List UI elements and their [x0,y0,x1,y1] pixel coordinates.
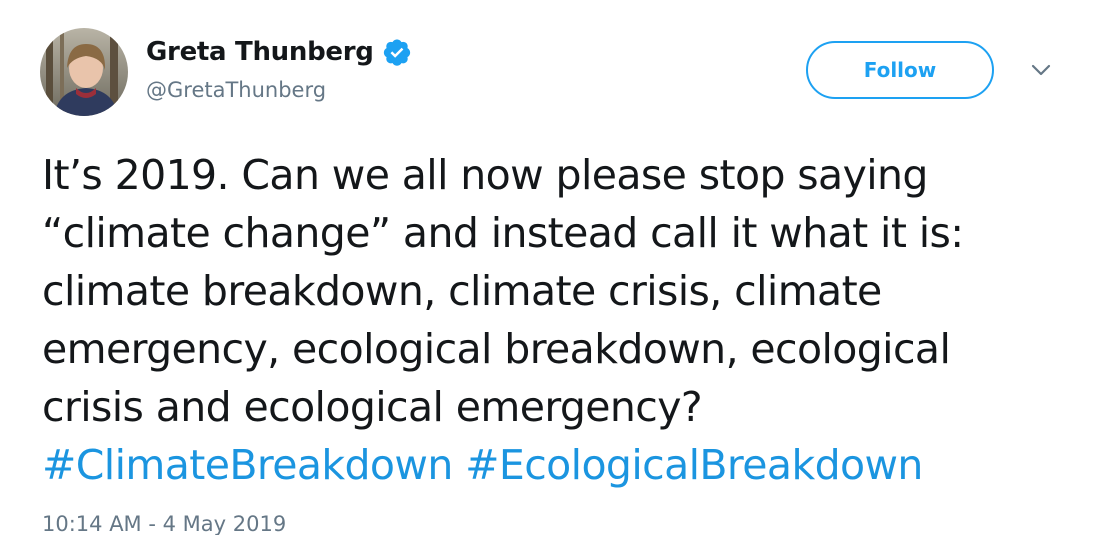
tweet-text-line: “climate change” and instead call it wha… [42,209,964,257]
tweet-timestamp[interactable]: 10:14 AM - 4 May 2019 [42,512,286,535]
author-name-row: Greta Thunberg [146,34,412,70]
avatar[interactable] [40,28,128,116]
hashtag-line: #ClimateBreakdown #EcologicalBreakdown [42,436,1082,494]
tweet-text-line: climate breakdown, climate crisis, clima… [42,267,882,315]
hashtag-link[interactable]: #EcologicalBreakdown [465,441,923,489]
display-name[interactable]: Greta Thunberg [146,37,374,67]
follow-button[interactable]: Follow [806,41,994,99]
tweet-text-line: It’s 2019. Can we all now please stop sa… [42,151,928,199]
tweet-text-line: emergency, ecological breakdown, ecologi… [42,325,951,373]
avatar-photo [40,28,128,116]
verified-badge-icon [382,37,412,67]
author-info: Greta Thunberg @GretaThunberg [146,34,412,102]
tweet-card: Greta Thunberg @GretaThunberg Follow It’… [0,0,1100,535]
tweet-text-line: crisis and ecological emergency? [42,383,703,431]
hashtag-link[interactable]: #ClimateBreakdown [42,441,453,489]
chevron-down-icon[interactable] [1028,60,1054,80]
handle[interactable]: @GretaThunberg [146,78,412,102]
tweet-text: It’s 2019. Can we all now please stop sa… [42,146,1082,494]
